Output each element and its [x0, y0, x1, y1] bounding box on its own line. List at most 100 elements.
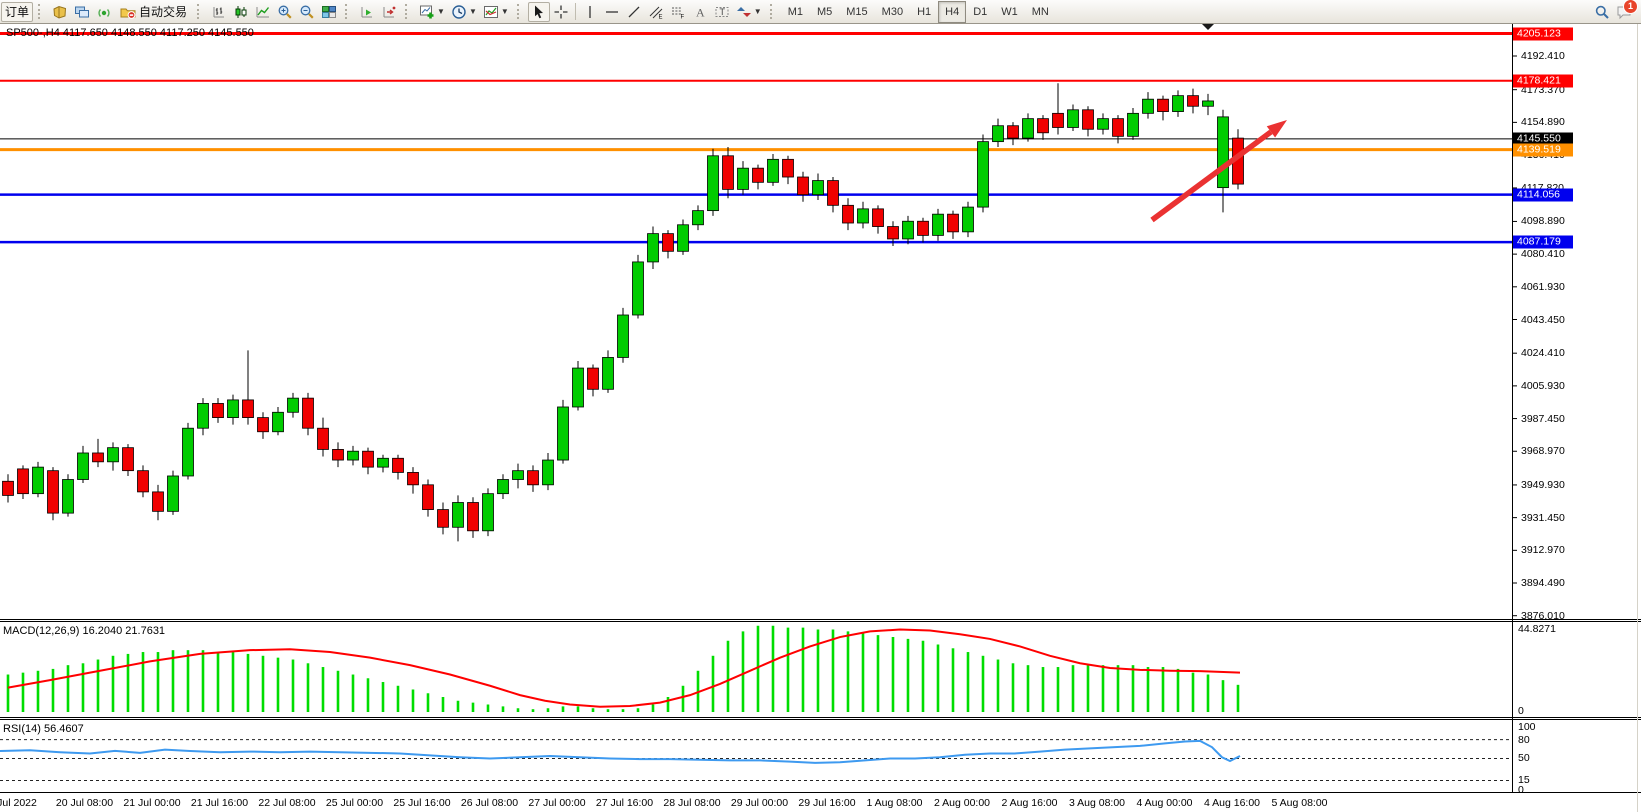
search-icon — [1594, 4, 1610, 20]
signals-button[interactable] — [93, 2, 115, 22]
candle-body — [918, 221, 929, 235]
candle-body — [843, 205, 854, 223]
rsi-scale-label: 0 — [1518, 784, 1524, 796]
arrows-tool-button[interactable]: ▼ — [733, 2, 765, 22]
cursor-icon — [531, 4, 547, 20]
price-level-badge: 4087.179 — [1513, 236, 1573, 249]
zoom-in-button[interactable] — [274, 2, 296, 22]
chart-canvas[interactable] — [0, 0, 1641, 812]
candle-body — [123, 448, 134, 471]
time-axis-label: 25 Jul 00:00 — [326, 797, 383, 809]
publish-button[interactable] — [71, 2, 93, 22]
time-axis-label: 22 Jul 08:00 — [258, 797, 315, 809]
search-button[interactable] — [1591, 2, 1613, 22]
trend-arrow-line[interactable] — [1152, 132, 1271, 220]
time-axis-label: 26 Jul 08:00 — [461, 797, 518, 809]
chart-shift-button[interactable] — [378, 2, 400, 22]
new-order-button[interactable]: 订单 — [1, 2, 33, 22]
svg-text:F: F — [680, 14, 684, 20]
candle-body — [348, 451, 359, 460]
horizontal-line-tool-button[interactable] — [601, 2, 623, 22]
chart-info-line: SP500-,H4 4117.650 4148.550 4117.250 414… — [6, 27, 254, 39]
notifications-button[interactable]: 1 — [1613, 2, 1635, 22]
trendline-icon — [626, 4, 642, 20]
signal-icon — [96, 4, 112, 20]
candle-body — [1158, 99, 1169, 111]
bar-chart-button[interactable] — [208, 2, 230, 22]
timeframe-button-m5[interactable]: M5 — [810, 1, 839, 23]
rsi-scale-label: 80 — [1518, 734, 1530, 746]
price-level-badge: 4178.421 — [1513, 74, 1573, 87]
channel-icon: E — [648, 4, 664, 20]
zoom-out-button[interactable] — [296, 2, 318, 22]
price-tick-label: 3931.450 — [1521, 512, 1565, 524]
time-axis-label: 27 Jul 16:00 — [596, 797, 653, 809]
timeframe-button-d1[interactable]: D1 — [966, 1, 994, 23]
chart-shift-marker[interactable] — [1202, 24, 1214, 30]
candle-body — [588, 368, 599, 389]
timeframe-button-w1[interactable]: W1 — [994, 1, 1025, 23]
price-tick-label: 3894.490 — [1521, 577, 1565, 589]
trendline-tool-button[interactable] — [623, 2, 645, 22]
candle-body — [558, 407, 569, 460]
candle-body — [18, 469, 29, 494]
price-tick-label: 4080.410 — [1521, 248, 1565, 260]
price-tick-label: 3912.970 — [1521, 544, 1565, 556]
candle-body — [828, 181, 839, 206]
text-label-tool-button[interactable]: T — [711, 2, 733, 22]
candle-body — [813, 181, 824, 195]
timeframe-button-mn[interactable]: MN — [1025, 1, 1056, 23]
candle-body — [1068, 110, 1079, 128]
timeframe-button-m15[interactable]: M15 — [839, 1, 874, 23]
vertical-line-tool-button[interactable] — [579, 2, 601, 22]
candle-body — [1038, 119, 1049, 133]
candle-body — [888, 227, 899, 239]
line-chart-button[interactable] — [252, 2, 274, 22]
equidistant-channel-tool-button[interactable]: E — [645, 2, 667, 22]
indicators-button[interactable]: ▼ — [480, 2, 512, 22]
charts-folder-button[interactable] — [49, 2, 71, 22]
new-chart-button[interactable]: ▼ — [416, 2, 448, 22]
rsi-scale-label: 50 — [1518, 752, 1530, 764]
candle-body — [318, 428, 329, 449]
candle-body — [543, 460, 554, 485]
timeframe-button-m1[interactable]: M1 — [781, 1, 810, 23]
candle-body — [258, 418, 269, 432]
candle-body — [48, 471, 59, 513]
tile-windows-button[interactable] — [318, 2, 340, 22]
cursor-tool-button[interactable] — [528, 2, 550, 22]
time-axis-label: 2 Aug 16:00 — [1001, 797, 1057, 809]
price-tick-label: 4098.890 — [1521, 215, 1565, 227]
price-tick-label: 4043.450 — [1521, 314, 1565, 326]
candle-body — [168, 476, 179, 511]
candlestick-chart-button[interactable] — [230, 2, 252, 22]
time-axis-label: 5 Aug 08:00 — [1271, 797, 1327, 809]
crosshair-tool-button[interactable] — [550, 2, 572, 22]
autotrading-button[interactable]: 自动交易 — [115, 2, 192, 22]
timeframe-button-h1[interactable]: H1 — [910, 1, 938, 23]
candle-body — [993, 126, 1004, 142]
candle-body — [1113, 119, 1124, 137]
macd-scale-min: 0 — [1518, 705, 1524, 717]
chevron-down-icon: ▼ — [501, 7, 509, 16]
candle-body — [423, 485, 434, 510]
toolbar-grip — [38, 4, 46, 19]
zoom-out-icon — [299, 4, 315, 20]
auto-scroll-button[interactable] — [356, 2, 378, 22]
timeframe-button-m30[interactable]: M30 — [875, 1, 910, 23]
candle-body — [753, 168, 764, 182]
time-axis-label: 27 Jul 00:00 — [528, 797, 585, 809]
fibonacci-tool-button[interactable]: F — [667, 2, 689, 22]
text-a-icon: A — [692, 4, 708, 20]
timeframe-button-h4[interactable]: H4 — [938, 1, 966, 23]
candle-body — [948, 214, 959, 232]
candle-body — [663, 234, 674, 252]
profiles-button[interactable]: ▼ — [448, 2, 480, 22]
candle-body — [1203, 101, 1214, 106]
candle-body — [783, 159, 794, 177]
time-axis-label: 29 Jul 16:00 — [798, 797, 855, 809]
text-tool-button[interactable]: A — [689, 2, 711, 22]
rsi-label: RSI(14) 56.4607 — [3, 723, 84, 735]
candle-body — [873, 209, 884, 227]
candle-body — [183, 428, 194, 476]
